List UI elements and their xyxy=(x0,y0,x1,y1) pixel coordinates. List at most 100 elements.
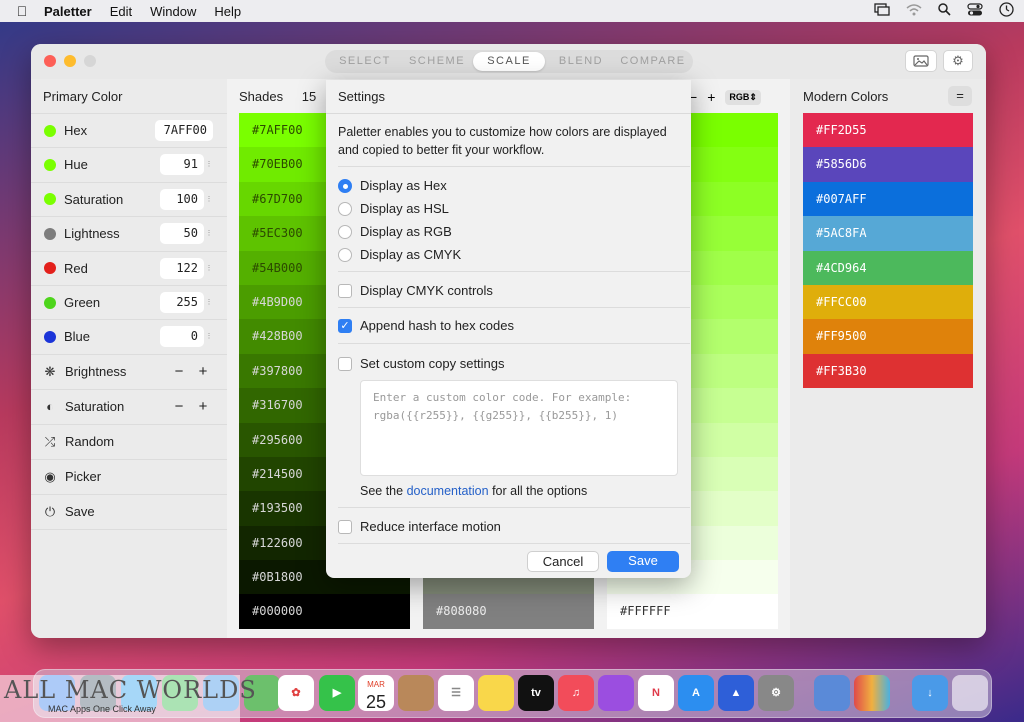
zoom-button[interactable] xyxy=(84,55,96,67)
primary-color-title: Primary Color xyxy=(43,89,123,104)
value-field[interactable]: 122 xyxy=(160,257,204,279)
app-store-icon[interactable]: A xyxy=(678,675,714,711)
screen-mirror-icon[interactable] xyxy=(874,3,890,19)
checkbox[interactable] xyxy=(338,356,352,371)
checkbox-append-hash[interactable]: ✓ Append hash to hex codes xyxy=(338,318,514,333)
checkbox[interactable] xyxy=(338,519,352,534)
stepper-control[interactable]: ⋮ xyxy=(205,193,213,207)
search-icon[interactable] xyxy=(938,3,951,19)
action-random[interactable]: ⤮ Random xyxy=(31,423,227,459)
value-field[interactable]: 0 xyxy=(160,326,204,348)
news-icon[interactable]: N xyxy=(638,675,674,711)
tab-scale[interactable]: SCALE xyxy=(473,52,545,71)
podcasts-icon[interactable] xyxy=(598,675,634,711)
close-button[interactable] xyxy=(44,55,56,67)
tab-scheme[interactable]: SCHEME xyxy=(401,52,473,71)
decrease-button[interactable]: − xyxy=(169,363,189,380)
action-picker[interactable]: ◉ Picker xyxy=(31,458,227,494)
tab-blend[interactable]: BLEND xyxy=(545,52,617,71)
modern-color-swatch[interactable]: #FF3B30 xyxy=(803,353,973,389)
control-center-icon[interactable] xyxy=(967,3,983,19)
clock-icon[interactable] xyxy=(999,2,1014,20)
decrease-button[interactable]: − xyxy=(169,398,189,415)
radio-button[interactable] xyxy=(338,224,352,239)
preview-icon[interactable] xyxy=(814,675,850,711)
checkbox-cmyk-controls[interactable]: Display CMYK controls xyxy=(338,283,493,298)
apple-icon[interactable]:  xyxy=(0,3,44,19)
documentation-link[interactable]: documentation xyxy=(407,484,489,498)
radio-button[interactable] xyxy=(338,201,352,216)
action-save[interactable]: ⏻ Save xyxy=(31,493,227,529)
menu-window[interactable]: Window xyxy=(150,4,196,19)
minimize-button[interactable] xyxy=(64,55,76,67)
cancel-button[interactable]: Cancel xyxy=(527,551,599,572)
value-field[interactable]: 91 xyxy=(160,154,204,176)
downloads-folder-icon[interactable]: ↓ xyxy=(912,675,948,711)
shades-plus-button[interactable]: + xyxy=(707,89,715,105)
save-button[interactable]: Save xyxy=(607,551,679,572)
facetime-icon[interactable]: ▶ xyxy=(319,675,355,711)
shades-count[interactable]: 15 xyxy=(295,87,323,107)
menu-help[interactable]: Help xyxy=(214,4,241,19)
contacts-icon[interactable] xyxy=(398,675,434,711)
value-field[interactable]: 7AFF00 xyxy=(155,120,213,141)
radio-display-hex[interactable]: Display as Hex xyxy=(338,178,447,193)
value-field[interactable]: 255 xyxy=(160,292,204,313)
color-dot xyxy=(44,193,56,206)
paletter-dock-icon[interactable] xyxy=(854,675,890,711)
primary-row-lightness: Lightness 50 ⋮ xyxy=(31,216,227,250)
radio-button[interactable] xyxy=(338,178,352,193)
custom-copy-textarea[interactable]: Enter a custom color code. For example: … xyxy=(360,380,678,476)
modern-color-swatch[interactable]: #5856D6 xyxy=(803,147,973,182)
tab-select[interactable]: SELECT xyxy=(329,52,401,71)
increase-button[interactable]: + xyxy=(193,398,213,415)
color-format-selector[interactable]: RGB⇕ xyxy=(725,89,761,105)
mode-segmented-control: SELECT SCHEME SCALE BLEND COMPARE xyxy=(325,50,693,73)
modern-color-swatch[interactable]: #007AFF xyxy=(803,181,973,217)
radio-display-rgb[interactable]: Display as RGB xyxy=(338,224,452,239)
shade-swatch[interactable]: #000000 xyxy=(239,594,410,629)
modern-colors-panel: Modern Colors = #FF2D55 #5856D6 #007AFF #5A… xyxy=(790,79,986,638)
stepper-control[interactable]: ⋮ xyxy=(205,158,213,172)
radio-display-hsl[interactable]: Display as HSL xyxy=(338,201,449,216)
modern-colors-menu-button[interactable]: = xyxy=(948,86,972,106)
target-icon: ◉ xyxy=(44,468,56,484)
increase-button[interactable]: + xyxy=(193,363,213,380)
menu-bar:  Paletter Edit Window Help xyxy=(0,0,1024,22)
checkbox-reduce-motion[interactable]: Reduce interface motion xyxy=(338,519,501,534)
modern-color-swatch[interactable]: #FF9500 xyxy=(803,319,973,354)
image-button[interactable] xyxy=(905,50,937,72)
shade-swatch[interactable]: #FFFFFF xyxy=(607,594,778,629)
value-field[interactable]: 100 xyxy=(160,188,204,210)
photos-icon[interactable]: ✿ xyxy=(278,675,314,711)
stepper-control[interactable]: ⋮ xyxy=(205,227,213,241)
menu-app-name[interactable]: Paletter xyxy=(44,4,92,19)
calendar-icon[interactable]: MAR 25 xyxy=(358,675,394,712)
primary-row-hex: Hex 7AFF00 xyxy=(31,113,227,147)
modern-color-swatch[interactable]: #5AC8FA xyxy=(803,216,973,251)
wifi-icon[interactable] xyxy=(906,3,922,19)
radio-button[interactable] xyxy=(338,247,352,262)
radio-display-cmyk[interactable]: Display as CMYK xyxy=(338,247,461,262)
apple-tv-icon[interactable]: tv xyxy=(518,675,554,711)
notes-icon[interactable] xyxy=(478,675,514,711)
checkmark-icon[interactable]: ✓ xyxy=(338,318,352,333)
stepper-control[interactable]: ⋮ xyxy=(205,262,213,276)
instruments-icon[interactable]: ▲ xyxy=(718,675,754,711)
stepper-control[interactable]: ⋮ xyxy=(205,330,213,344)
checkbox-custom-copy[interactable]: Set custom copy settings xyxy=(338,356,505,371)
modern-color-swatch[interactable]: #4CD964 xyxy=(803,250,973,285)
tab-compare[interactable]: COMPARE xyxy=(617,52,689,71)
checkbox[interactable] xyxy=(338,283,352,298)
value-field[interactable]: 50 xyxy=(160,223,204,245)
reminders-icon[interactable]: ☰ xyxy=(438,675,474,711)
music-icon[interactable]: ♫ xyxy=(558,675,594,711)
trash-icon[interactable] xyxy=(952,675,988,711)
stepper-control[interactable]: ⋮ xyxy=(205,296,213,310)
shade-swatch[interactable]: #808080 xyxy=(423,594,594,629)
settings-button[interactable]: ⚙ xyxy=(943,50,973,72)
modern-color-swatch[interactable]: #FFCC00 xyxy=(803,285,973,320)
menu-edit[interactable]: Edit xyxy=(110,4,132,19)
modern-color-swatch[interactable]: #FF2D55 xyxy=(803,113,973,148)
system-preferences-icon[interactable]: ⚙ xyxy=(758,675,794,711)
